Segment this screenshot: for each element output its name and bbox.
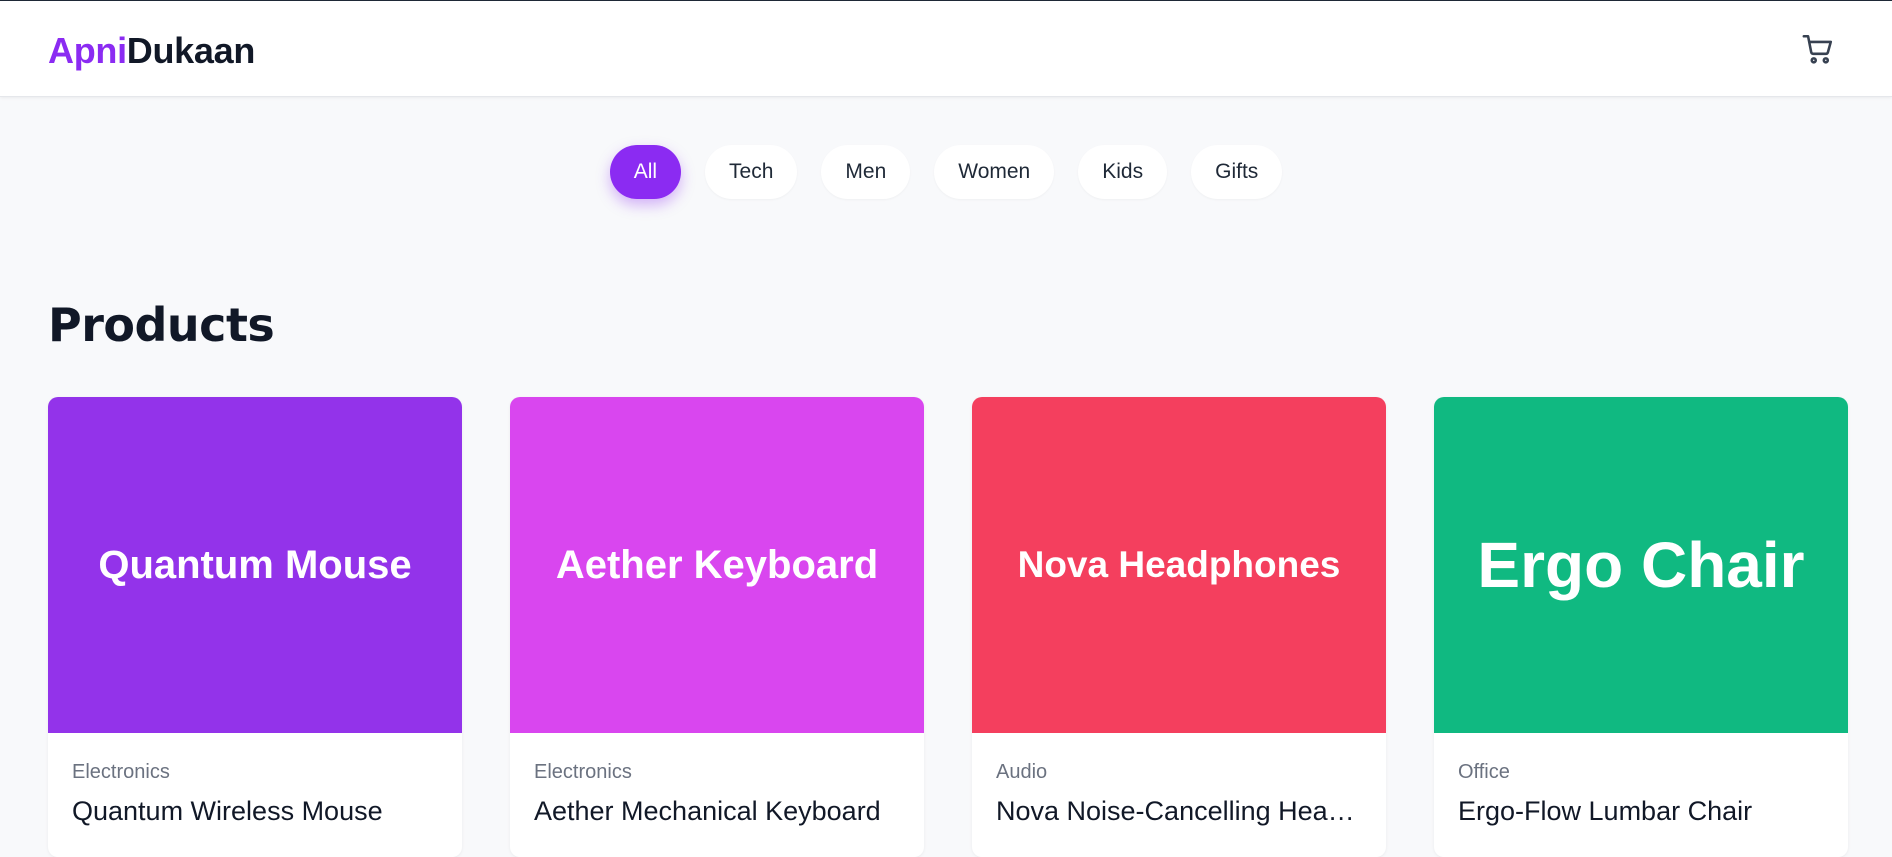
product-name[interactable]: Quantum Wireless Mouse [72, 796, 438, 827]
product-image-label: Aether Keyboard [555, 542, 879, 587]
site-header: ApniDukaan [0, 1, 1892, 97]
filter-tech[interactable]: Tech [705, 145, 798, 199]
product-image-label: Ergo Chair [1477, 529, 1805, 601]
product-name[interactable]: Ergo-Flow Lumbar Chair [1458, 796, 1824, 827]
filter-gifts[interactable]: Gifts [1191, 145, 1283, 199]
product-card[interactable]: Quantum Mouse Electronics Quantum Wirele… [48, 397, 462, 857]
product-info: Electronics Quantum Wireless Mouse [48, 733, 462, 855]
filter-men[interactable]: Men [821, 145, 911, 199]
product-name[interactable]: Nova Noise-Cancelling Headphones [996, 796, 1362, 827]
category-filter-bar: All Tech Men Women Kids Gifts [0, 145, 1892, 199]
product-image[interactable]: Ergo Chair [1434, 397, 1848, 733]
product-grid: Quantum Mouse Electronics Quantum Wirele… [48, 397, 1849, 857]
filter-all[interactable]: All [609, 145, 682, 199]
filter-women[interactable]: Women [934, 145, 1055, 199]
page-title: Products [48, 298, 275, 352]
product-info: Office Ergo-Flow Lumbar Chair [1434, 733, 1848, 855]
product-image[interactable]: Quantum Mouse [48, 397, 462, 733]
filter-kids[interactable]: Kids [1078, 145, 1168, 199]
product-category: Electronics [72, 761, 170, 783]
product-card[interactable]: Aether Keyboard Electronics Aether Mecha… [510, 397, 924, 857]
product-info: Audio Nova Noise-Cancelling Headphones [972, 733, 1386, 855]
brand-logo-part2: Dukaan [126, 30, 256, 71]
product-image-label: Nova Headphones [1017, 544, 1341, 585]
product-category: Audio [996, 761, 1048, 783]
product-name[interactable]: Aether Mechanical Keyboard [534, 796, 900, 827]
product-card[interactable]: Nova Headphones Audio Nova Noise-Cancell… [972, 397, 1386, 857]
cart-icon [1802, 34, 1833, 64]
cart-button[interactable] [1800, 31, 1836, 67]
product-image[interactable]: Nova Headphones [972, 397, 1386, 733]
brand-logo[interactable]: ApniDukaan [48, 29, 255, 73]
product-category: Office [1458, 761, 1510, 783]
product-info: Electronics Aether Mechanical Keyboard [510, 733, 924, 855]
product-image[interactable]: Aether Keyboard [510, 397, 924, 733]
brand-logo-part1: Apni [48, 30, 127, 71]
product-image-label: Quantum Mouse [98, 542, 412, 587]
product-category: Electronics [534, 761, 632, 783]
product-card[interactable]: Ergo Chair Office Ergo-Flow Lumbar Chair [1434, 397, 1848, 857]
